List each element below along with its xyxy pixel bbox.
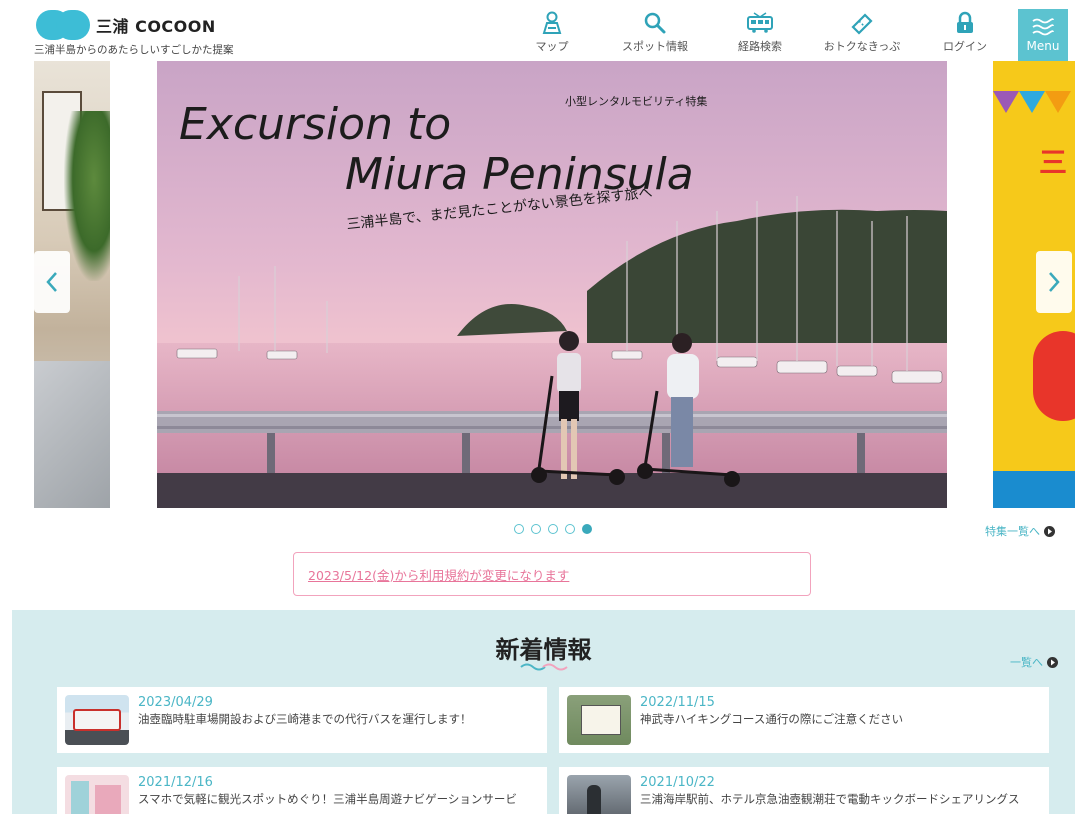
carousel-dot[interactable] xyxy=(565,524,575,534)
news-date: 2023/04/29 xyxy=(138,695,213,710)
slide-kicker: 小型レンタルモビリティ特集 xyxy=(565,94,707,108)
news-thumbnail xyxy=(65,695,129,745)
slide-right-char: 三 xyxy=(1039,146,1068,179)
nav-label: マップ xyxy=(535,40,569,53)
news-title: 油壺臨時駐車場開設および三崎港までの代行バスを運行します！ xyxy=(138,712,472,726)
news-item[interactable]: 2023/04/29 油壺臨時駐車場開設および三崎港までの代行バスを運行します！ xyxy=(57,687,547,753)
news-thumbnail xyxy=(567,695,631,745)
news-section: 新着情報 一覧へ 2023/04/29 油壺臨時駐車場開設および三崎港までの代行… xyxy=(12,610,1075,814)
arrow-circle-icon xyxy=(1047,656,1058,668)
news-item[interactable]: 2021/12/16 スマホで気軽に観光スポットめぐり！三浦半島周遊ナビゲーショ… xyxy=(57,767,547,814)
news-list-link[interactable]: 一覧へ xyxy=(1010,654,1058,670)
wave-decoration-icon xyxy=(520,663,568,671)
ticket-icon xyxy=(849,10,875,36)
nav-discount-tickets[interactable]: おトクなきっぷ xyxy=(817,10,907,54)
carousel-dot[interactable] xyxy=(548,524,558,534)
carousel-next-button[interactable] xyxy=(1036,251,1072,313)
news-title: 神武寺ハイキングコース通行の際にご注意ください xyxy=(640,712,904,726)
news-date: 2021/12/16 xyxy=(138,775,213,790)
search-icon xyxy=(643,10,667,36)
brand-name: 三浦 COCOON xyxy=(96,17,216,36)
feature-carousel: Excursion to Miura Peninsula 小型レンタルモビリティ… xyxy=(0,61,1075,508)
chevron-left-icon xyxy=(46,272,57,292)
nav-map[interactable]: マップ xyxy=(507,10,597,54)
news-item[interactable]: 2022/11/15 神武寺ハイキングコース通行の際にご注意ください xyxy=(559,687,1049,753)
lock-icon xyxy=(955,10,975,36)
news-thumbnail xyxy=(65,775,129,814)
nav-label: スポット情報 xyxy=(622,40,688,53)
site-header: 三浦 COCOON 三浦半島からのあたらしいすごしかた提案 マップ スポット情報… xyxy=(0,0,1075,61)
carousel-dot[interactable] xyxy=(531,524,541,534)
news-item[interactable]: 2021/10/22 三浦海岸駅前、ホテル京急油壺観潮荘で電動キックボードシェア… xyxy=(559,767,1049,814)
train-icon xyxy=(746,10,774,36)
menu-label: Menu xyxy=(1026,39,1060,53)
carousel-dot-active[interactable] xyxy=(582,524,592,534)
nav-spot-info[interactable]: スポット情報 xyxy=(610,10,700,54)
arrow-circle-icon xyxy=(1044,525,1055,537)
news-title: 三浦海岸駅前、ホテル京急油壺観潮荘で電動キックボードシェアリングス xyxy=(640,792,1020,806)
menu-button[interactable]: Menu xyxy=(1018,9,1068,61)
nav-label: 経路検索 xyxy=(738,40,782,53)
feature-list-link[interactable]: 特集一覧へ xyxy=(985,523,1055,539)
site-logo[interactable]: 三浦 COCOON xyxy=(36,10,216,40)
cocoon-logo-icon xyxy=(36,10,90,40)
news-title: スマホで気軽に観光スポットめぐり！三浦半島周遊ナビゲーションサービ xyxy=(138,792,517,806)
carousel-prev-button[interactable] xyxy=(34,251,70,313)
slide-title-line1: Excursion to xyxy=(179,99,451,150)
map-person-icon xyxy=(539,10,565,36)
news-date: 2021/10/22 xyxy=(640,775,715,790)
news-date: 2022/11/15 xyxy=(640,695,715,710)
nav-route-search[interactable]: 経路検索 xyxy=(715,10,805,54)
carousel-dot[interactable] xyxy=(514,524,524,534)
nav-label: ログイン xyxy=(943,40,987,53)
news-list-label: 一覧へ xyxy=(1010,656,1043,669)
nav-login[interactable]: ログイン xyxy=(920,10,1010,54)
wave-menu-icon xyxy=(1032,18,1054,36)
chevron-right-icon xyxy=(1049,272,1060,292)
news-thumbnail xyxy=(567,775,631,814)
terms-notice-banner: 2023/5/12(金)から利用規約が変更になります xyxy=(293,552,811,596)
carousel-pagination xyxy=(514,524,592,534)
nav-label: おトクなきっぷ xyxy=(823,40,901,53)
site-tagline: 三浦半島からのあたらしいすごしかた提案 xyxy=(34,44,234,56)
carousel-slide-active[interactable]: Excursion to Miura Peninsula 小型レンタルモビリティ… xyxy=(157,61,947,508)
slide-photo: Excursion to Miura Peninsula 小型レンタルモビリティ… xyxy=(157,61,947,508)
terms-notice-link[interactable]: 2023/5/12(金)から利用規約が変更になります xyxy=(308,565,569,584)
news-heading: 新着情報 xyxy=(495,636,592,664)
feature-list-label: 特集一覧へ xyxy=(985,525,1040,538)
